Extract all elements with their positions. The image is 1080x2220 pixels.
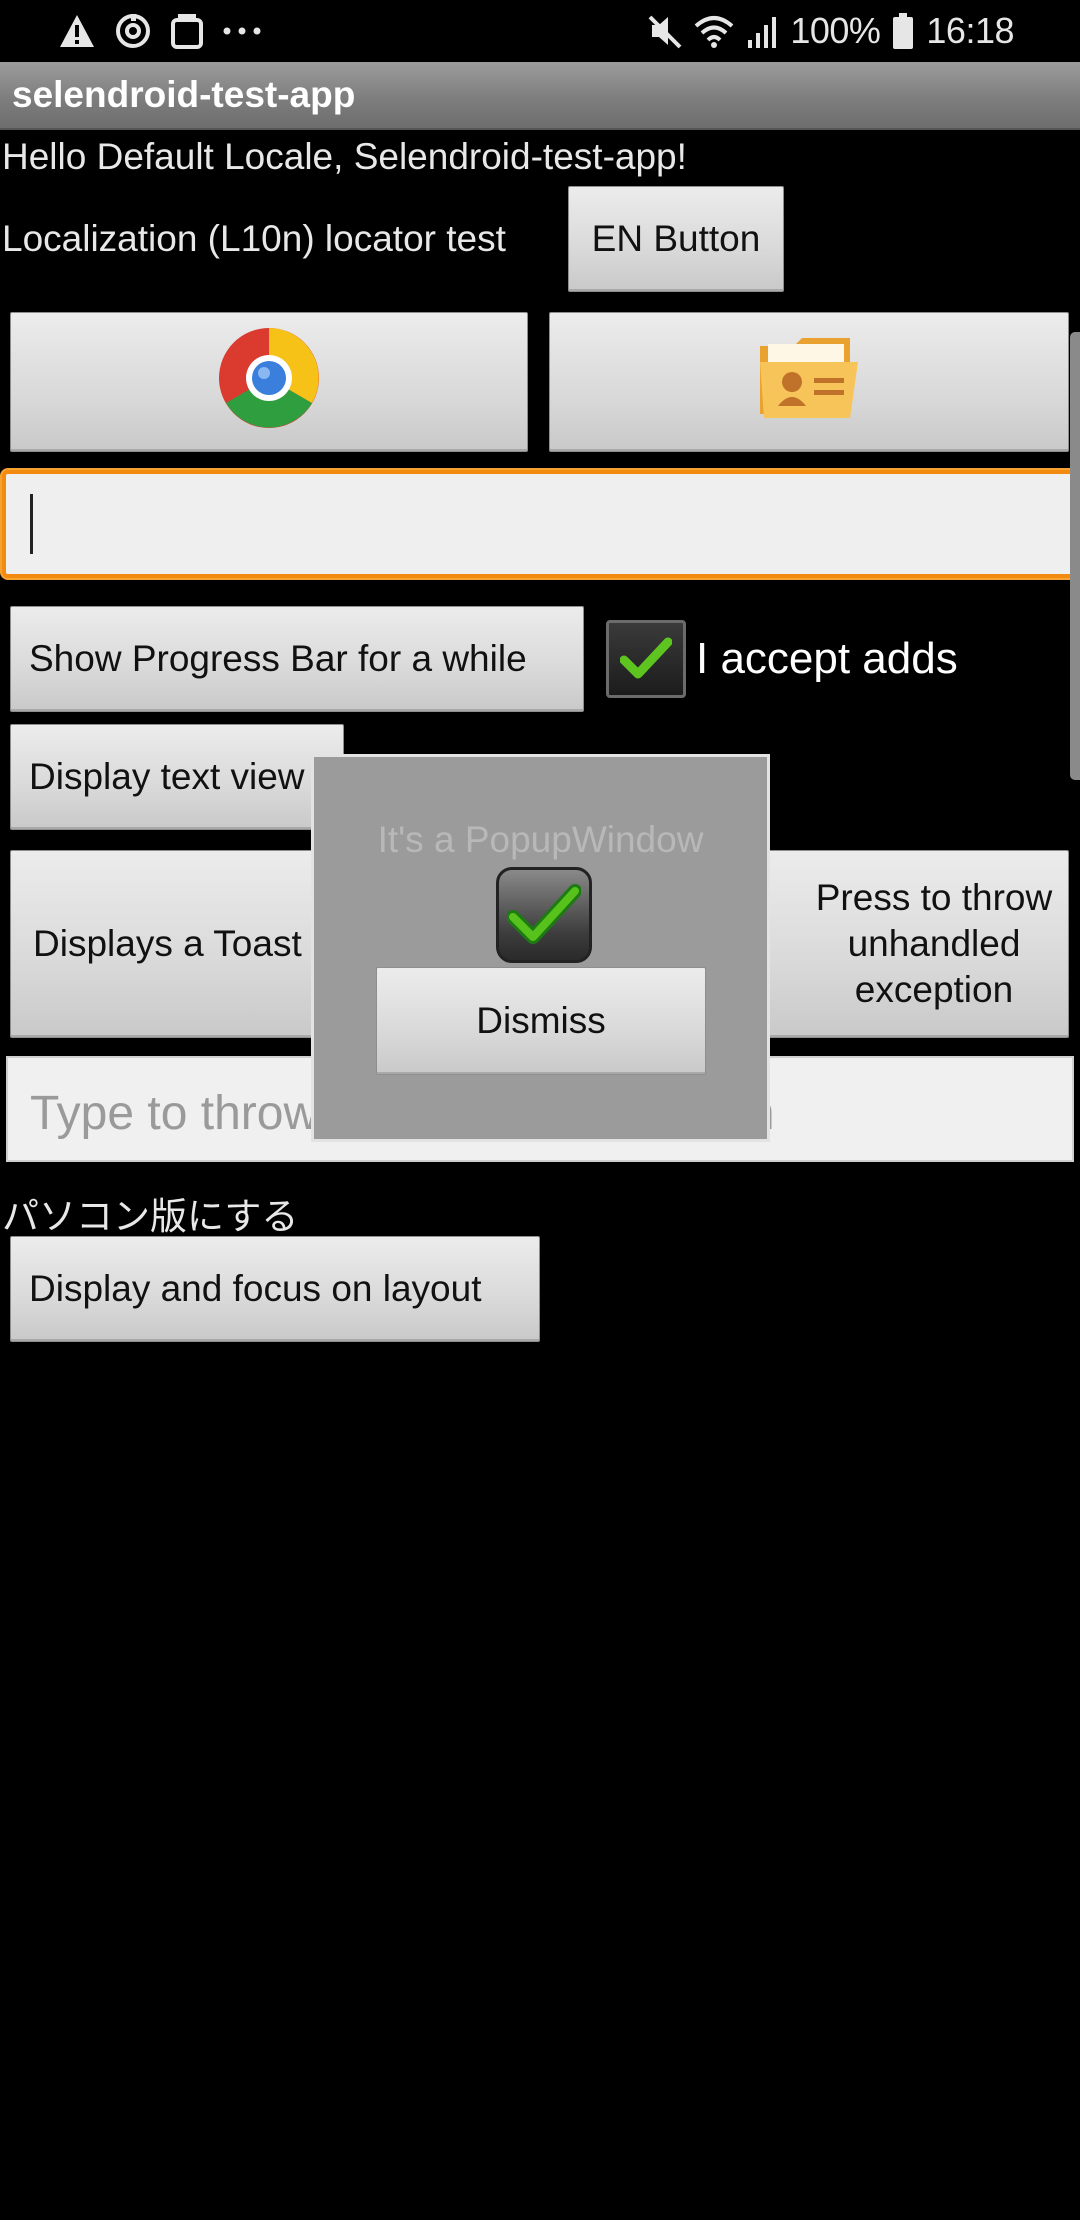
dismiss-button[interactable]: Dismiss [376, 967, 706, 1075]
display-text-view-button[interactable]: Display text view [10, 724, 344, 830]
checkmark-icon [507, 884, 581, 944]
contacts-button[interactable] [549, 312, 1069, 452]
screen: 100% 16:18 selendroid-test-app Hello Def… [0, 0, 1080, 2220]
accept-adds-label: I accept adds [696, 634, 958, 683]
popup-title: It's a PopupWindow [377, 819, 704, 860]
exception-line-3: exception [854, 969, 1014, 1010]
en-button[interactable]: EN Button [568, 186, 784, 292]
l10n-label: Localization (L10n) locator test [2, 218, 506, 259]
popup-window: It's a PopupWindow Dismiss [311, 754, 770, 1142]
status-bar: 100% 16:18 [0, 0, 1080, 62]
battery-percent: 100% [790, 10, 881, 51]
checkmark-icon [620, 637, 672, 679]
sync-icon [114, 12, 152, 50]
battery-icon [892, 13, 914, 49]
exception-line-1: Press to throw [815, 877, 1053, 918]
display-focus-layout-button[interactable]: Display and focus on layout [10, 1236, 540, 1342]
text-cursor [30, 494, 33, 554]
mute-icon [648, 13, 682, 49]
clock: 16:18 [926, 10, 1014, 51]
app-bar: selendroid-test-app [0, 62, 1080, 130]
status-left-icons [58, 10, 262, 52]
japanese-label: パソコン版にする [2, 1196, 299, 1237]
popup-checkbox[interactable] [496, 867, 592, 963]
clipboard-icon [170, 12, 204, 50]
app-title: selendroid-test-app [12, 74, 356, 115]
hello-text: Hello Default Locale, Selendroid-test-ap… [2, 136, 687, 177]
scrollbar[interactable] [1070, 332, 1080, 780]
signal-icon [746, 14, 778, 48]
wifi-icon [694, 14, 734, 48]
text-input[interactable] [2, 470, 1080, 578]
exception-line-2: unhandled [847, 923, 1021, 964]
contacts-folder-icon [754, 328, 864, 437]
warning-icon [58, 13, 96, 49]
status-right-icons: 100% 16:18 [648, 10, 1080, 52]
accept-adds-checkbox[interactable] [606, 620, 686, 698]
show-progress-bar-button[interactable]: Show Progress Bar for a while [10, 606, 584, 712]
chrome-icon [217, 326, 321, 439]
chrome-button[interactable] [10, 312, 528, 452]
more-dots-icon [222, 26, 262, 36]
